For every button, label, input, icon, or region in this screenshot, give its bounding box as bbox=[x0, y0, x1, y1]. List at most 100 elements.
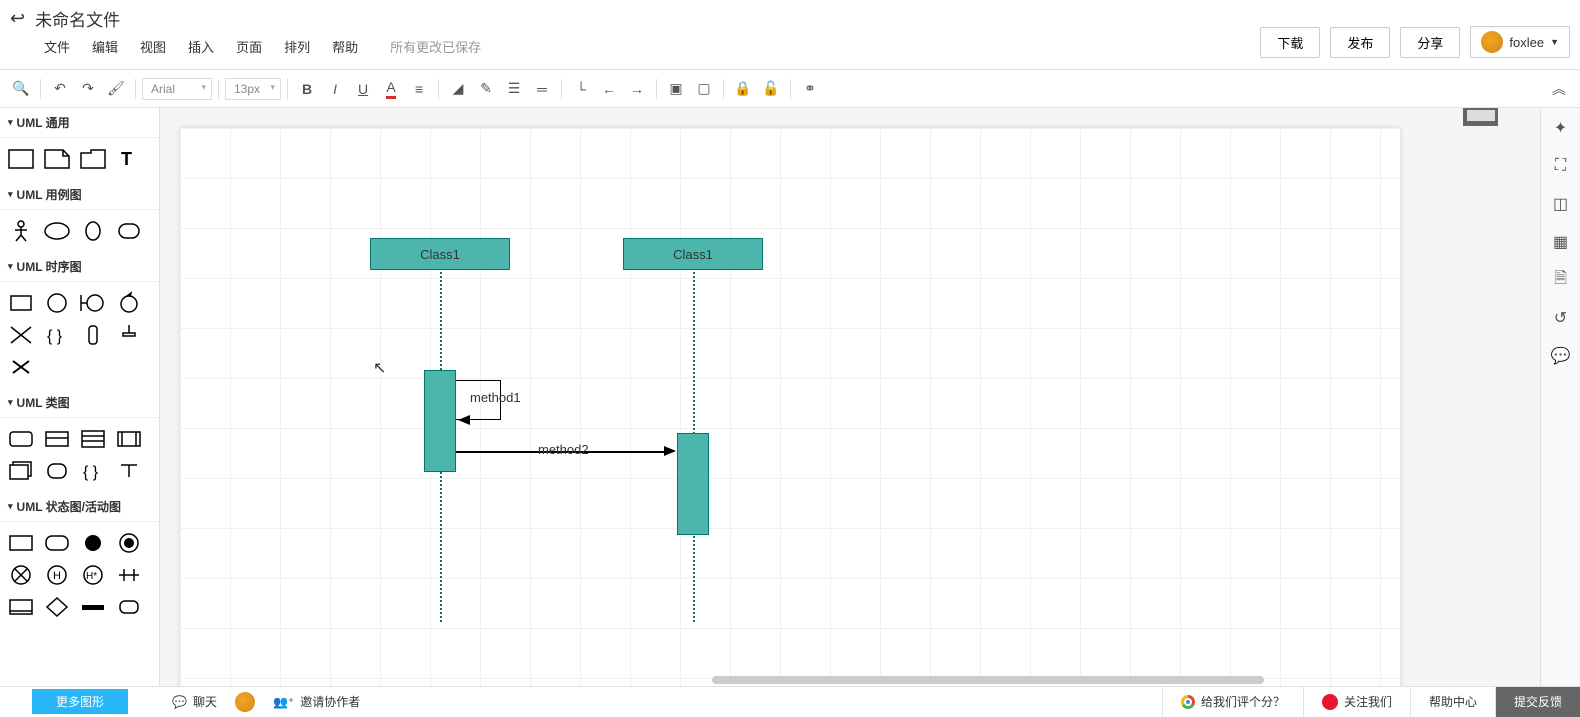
shape-class2[interactable] bbox=[40, 424, 74, 454]
rate-button[interactable]: 给我们评个分？ bbox=[1162, 687, 1303, 717]
collapse-toolbar-icon[interactable]: ︽ bbox=[1546, 76, 1572, 102]
shape-hbar[interactable] bbox=[76, 592, 110, 622]
navigator-icon[interactable]: ✦ bbox=[1549, 116, 1573, 140]
invite-button[interactable]: 👥⁺ 邀请协作者 bbox=[273, 693, 360, 710]
shape-rrect[interactable] bbox=[40, 456, 74, 486]
shape-multiobj[interactable] bbox=[4, 456, 38, 486]
collab-avatar-icon[interactable] bbox=[235, 692, 255, 712]
page-thumbnail[interactable] bbox=[1463, 108, 1498, 126]
method1-label[interactable]: method1 bbox=[470, 390, 521, 405]
menu-insert[interactable]: 插入 bbox=[188, 37, 214, 56]
arrow-end-icon[interactable]: → bbox=[624, 76, 650, 102]
shape-destroy[interactable] bbox=[4, 352, 38, 382]
connector-icon[interactable]: └ bbox=[568, 76, 594, 102]
menu-page[interactable]: 页面 bbox=[236, 37, 262, 56]
shape-class3[interactable] bbox=[76, 424, 110, 454]
help-button[interactable]: 帮助中心 bbox=[1410, 687, 1495, 717]
menu-help[interactable]: 帮助 bbox=[332, 37, 358, 56]
section-uml-state[interactable]: UML 状态图/活动图 bbox=[0, 492, 159, 522]
shape-history[interactable]: H bbox=[40, 560, 74, 590]
format-painter-icon[interactable]: 🖌 bbox=[103, 76, 129, 102]
activation-b[interactable] bbox=[677, 433, 709, 535]
menu-edit[interactable]: 编辑 bbox=[92, 37, 118, 56]
shape-actor[interactable] bbox=[4, 216, 38, 246]
font-select[interactable]: Arial bbox=[142, 78, 212, 100]
share-button[interactable]: 分享 bbox=[1400, 27, 1460, 58]
shape-control[interactable] bbox=[112, 288, 146, 318]
align-icon[interactable]: ≡ bbox=[406, 76, 432, 102]
shape-constraint[interactable]: { } bbox=[40, 320, 74, 350]
bring-front-icon[interactable]: ▣ bbox=[663, 76, 689, 102]
horizontal-scrollbar[interactable] bbox=[712, 676, 1264, 684]
shape-activation[interactable] bbox=[76, 320, 110, 350]
shape-deephistory[interactable]: H* bbox=[76, 560, 110, 590]
section-uml-common[interactable]: UML 通用 bbox=[0, 108, 159, 138]
user-menu[interactable]: foxlee ▼ bbox=[1470, 26, 1570, 58]
redo-icon[interactable]: ↷ bbox=[75, 76, 101, 102]
shape-decision[interactable] bbox=[40, 592, 74, 622]
section-uml-sequence[interactable]: UML 时序图 bbox=[0, 252, 159, 282]
link-icon[interactable]: ⚭ bbox=[797, 76, 823, 102]
shape-oval-small[interactable] bbox=[76, 216, 110, 246]
shape-bar[interactable] bbox=[4, 592, 38, 622]
section-uml-usecase[interactable]: UML 用例图 bbox=[0, 180, 159, 210]
shape-boundary2[interactable] bbox=[76, 288, 110, 318]
underline-icon[interactable]: U bbox=[350, 76, 376, 102]
back-arrow-icon[interactable]: ↩ bbox=[10, 8, 25, 29]
canvas-viewport[interactable]: Class1 Class1 method1 method2 ↖ bbox=[160, 108, 1540, 686]
shape-rrect2[interactable] bbox=[112, 592, 146, 622]
chat-button[interactable]: 💬 聊天 bbox=[172, 693, 217, 710]
fill-color-icon[interactable]: ◢ bbox=[445, 76, 471, 102]
fontsize-select[interactable]: 13px bbox=[225, 78, 281, 100]
history-icon[interactable]: ↺ bbox=[1549, 306, 1573, 330]
line-style-icon[interactable]: ☰ bbox=[501, 76, 527, 102]
menu-arrange[interactable]: 排列 bbox=[284, 37, 310, 56]
shape-rstate[interactable] bbox=[40, 528, 74, 558]
zoom-icon[interactable]: ◫ bbox=[1549, 192, 1573, 216]
shape-activeclass[interactable] bbox=[112, 424, 146, 454]
shape-state[interactable] bbox=[4, 528, 38, 558]
undo-icon[interactable]: ↶ bbox=[47, 76, 73, 102]
document-title[interactable]: 未命名文件 bbox=[35, 6, 120, 31]
shape-port[interactable] bbox=[112, 456, 146, 486]
section-uml-class[interactable]: UML 类图 bbox=[0, 388, 159, 418]
fit-icon[interactable]: ⛶ bbox=[1549, 154, 1573, 178]
shape-deletion[interactable] bbox=[112, 320, 146, 350]
shape-folded-note[interactable] bbox=[40, 144, 74, 174]
unlock-icon[interactable]: 🔓 bbox=[758, 76, 784, 102]
menu-view[interactable]: 视图 bbox=[140, 37, 166, 56]
shape-constraint2[interactable]: { } bbox=[76, 456, 110, 486]
arrow-start-icon[interactable]: ← bbox=[596, 76, 622, 102]
follow-button[interactable]: 关注我们 bbox=[1303, 687, 1410, 717]
shape-lifeline[interactable] bbox=[4, 288, 38, 318]
send-back-icon[interactable]: ▢ bbox=[691, 76, 717, 102]
page-icon[interactable]: 🗎 bbox=[1549, 268, 1573, 292]
search-icon[interactable]: 🔍 bbox=[8, 76, 34, 102]
method2-label[interactable]: method2 bbox=[538, 442, 589, 457]
lifeline-class1-b[interactable]: Class1 bbox=[623, 238, 763, 270]
line-color-icon[interactable]: ✎ bbox=[473, 76, 499, 102]
shape-alt[interactable] bbox=[4, 320, 38, 350]
feedback-button[interactable]: 提交反馈 bbox=[1495, 687, 1580, 717]
shape-fork[interactable] bbox=[112, 560, 146, 590]
shape-final[interactable] bbox=[112, 528, 146, 558]
layers-icon[interactable]: ▦ bbox=[1549, 230, 1573, 254]
shape-text[interactable]: T bbox=[112, 144, 146, 174]
line-width-icon[interactable]: ═ bbox=[529, 76, 555, 102]
shape-package[interactable] bbox=[76, 144, 110, 174]
activation-a[interactable] bbox=[424, 370, 456, 472]
shape-boundary[interactable] bbox=[112, 216, 146, 246]
shape-usecase[interactable] bbox=[40, 216, 74, 246]
canvas-page[interactable]: Class1 Class1 method1 method2 ↖ bbox=[180, 128, 1400, 686]
more-shapes-button[interactable]: 更多图形 bbox=[32, 689, 128, 714]
bold-icon[interactable]: B bbox=[294, 76, 320, 102]
shape-initial[interactable] bbox=[76, 528, 110, 558]
italic-icon[interactable]: I bbox=[322, 76, 348, 102]
menu-file[interactable]: 文件 bbox=[44, 37, 70, 56]
download-button[interactable]: 下载 bbox=[1260, 27, 1320, 58]
lifeline-class1-a[interactable]: Class1 bbox=[370, 238, 510, 270]
shape-simpleclass[interactable] bbox=[4, 424, 38, 454]
text-color-icon[interactable]: A bbox=[378, 76, 404, 102]
publish-button[interactable]: 发布 bbox=[1330, 27, 1390, 58]
shape-note[interactable] bbox=[4, 144, 38, 174]
